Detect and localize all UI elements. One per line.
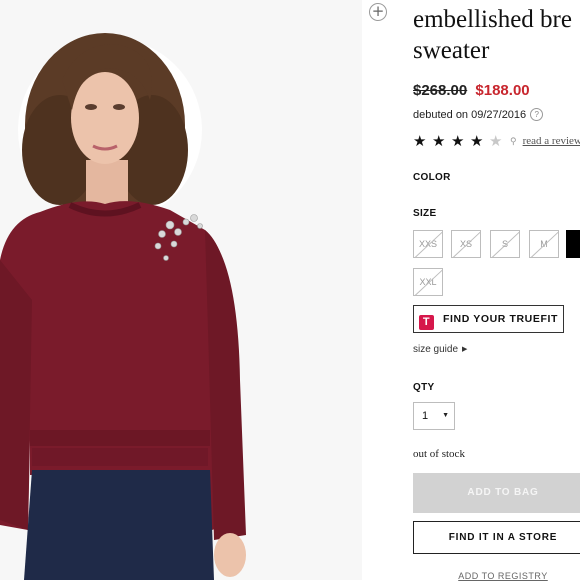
find-in-store-button[interactable]: FIND IT IN A STORE (413, 521, 580, 554)
plus-circle-icon[interactable]: + (369, 3, 387, 21)
star-icon: ★ (470, 132, 484, 150)
size-option-s[interactable]: S (490, 230, 520, 258)
original-price: $268.00 (413, 82, 468, 99)
truefit-logo-icon: T (419, 315, 434, 330)
add-to-bag-button[interactable]: ADD TO BAG (413, 473, 580, 513)
product-title: embellished bre sweater (413, 6, 572, 64)
size-option-m[interactable]: M (529, 230, 559, 258)
size-option-xs[interactable]: XS (451, 230, 481, 258)
magnifier-icon: ⚲ (510, 136, 517, 146)
question-icon[interactable]: ? (530, 108, 544, 121)
product-image[interactable] (0, 0, 362, 580)
sale-price: $188.00 (475, 82, 530, 99)
model-illustration (0, 0, 362, 580)
star-icon: ★ (451, 132, 465, 150)
size-guide-link[interactable]: size guide ▶ (413, 344, 467, 355)
size-label: SIZE (413, 208, 437, 219)
quantity-value: 1 (422, 410, 429, 422)
debut-date: debuted on 09/27/2016? (413, 108, 544, 121)
debut-text: debuted on 09/27/2016 (413, 109, 527, 121)
star-icon: ★ (432, 132, 446, 150)
size-option-selected[interactable] (566, 230, 580, 258)
caret-right-icon: ▶ (462, 346, 468, 353)
truefit-button[interactable]: T FIND YOUR TRUEFIT (413, 305, 564, 333)
star-empty-icon: ★ (489, 132, 503, 150)
color-label: COLOR (413, 172, 451, 183)
size-guide-label: size guide (413, 344, 459, 355)
size-option-xxl[interactable]: XXL (413, 268, 443, 296)
qty-label: QTY (413, 382, 435, 393)
truefit-label: FIND YOUR TRUEFIT (443, 313, 559, 325)
chevron-down-icon: ▼ (442, 412, 449, 419)
star-icon: ★ (413, 132, 427, 150)
read-review-link[interactable]: read a review (523, 135, 580, 147)
price-row: $268.00 $188.00 (413, 82, 530, 99)
quantity-select[interactable]: 1 ▼ (413, 402, 455, 430)
rating-row: ★ ★ ★ ★ ★ ⚲ read a review (413, 133, 580, 149)
stock-status: out of stock (413, 448, 465, 460)
size-option-xxs[interactable]: XXS (413, 230, 443, 258)
